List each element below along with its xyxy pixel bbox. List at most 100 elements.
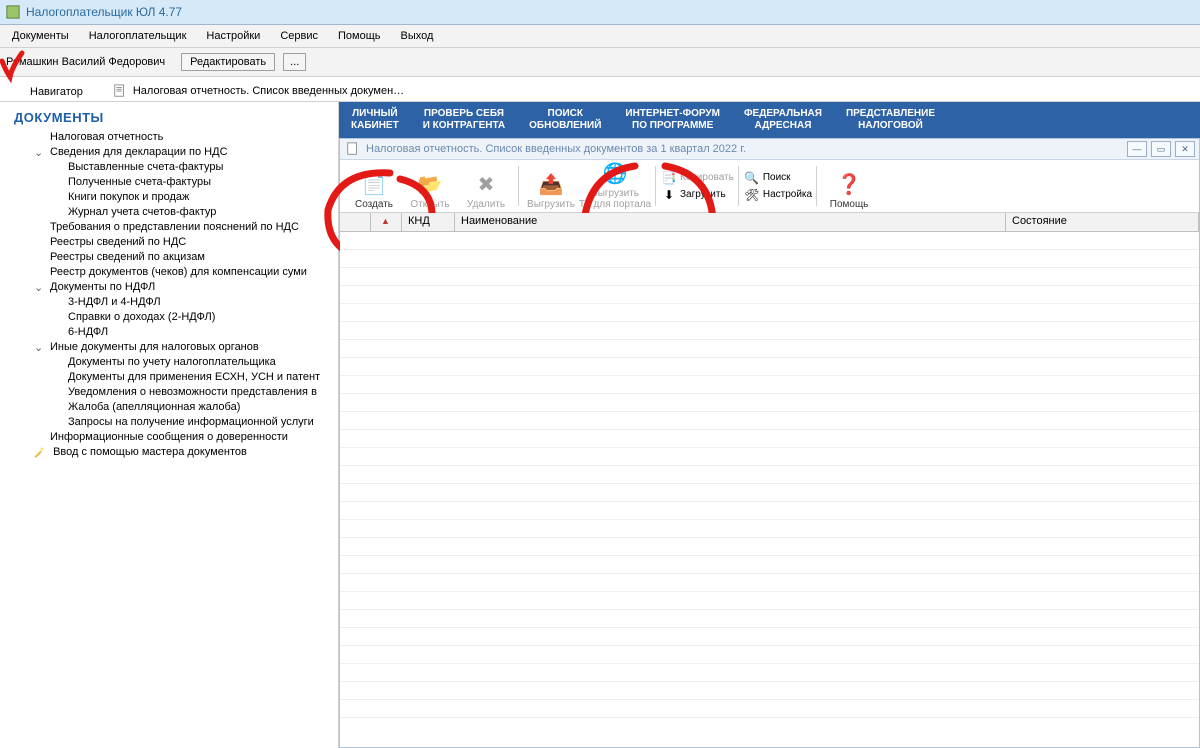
grid-row-empty bbox=[340, 646, 1199, 664]
tree-issued-invoices[interactable]: Выставленные счета-фактуры bbox=[4, 159, 334, 174]
document-icon bbox=[346, 142, 360, 156]
download-icon: ⬇ bbox=[662, 188, 676, 202]
grid-row-empty bbox=[340, 250, 1199, 268]
grid-row-empty bbox=[340, 340, 1199, 358]
open-button[interactable]: 📂 Открыть bbox=[402, 162, 458, 210]
tree-poa-info[interactable]: Информационные сообщения о доверенности bbox=[4, 429, 334, 444]
grid-row-empty bbox=[340, 556, 1199, 574]
maximize-button[interactable]: ▭ bbox=[1151, 141, 1171, 157]
copy-button[interactable]: 📑 Копировать bbox=[662, 171, 734, 185]
toolbar-side-group-2: 🔍 Поиск 🛠 Настройка bbox=[745, 171, 812, 202]
tree-received-invoices[interactable]: Полученные счета-фактуры bbox=[4, 174, 334, 189]
titlebar: Налогоплательщик ЮЛ 4.77 bbox=[0, 0, 1200, 25]
app-title: Налогоплательщик ЮЛ 4.77 bbox=[26, 5, 182, 19]
tree-notices[interactable]: Уведомления о невозможности представлени… bbox=[4, 384, 334, 399]
topnav-verify[interactable]: ПРОВЕРЬ СЕБЯ И КОНТРАГЕНТА bbox=[411, 108, 517, 132]
tree-vds-requirements[interactable]: Требования о представлении пояснений по … bbox=[4, 219, 334, 234]
search-button[interactable]: 🔍 Поиск bbox=[745, 171, 812, 185]
subwin-titlebar: Налоговая отчетность. Список введенных д… bbox=[340, 139, 1199, 160]
tree-purchase-sales-books[interactable]: Книги покупок и продаж bbox=[4, 189, 334, 204]
copy-icon: 📑 bbox=[662, 171, 676, 185]
toolbar: 📄 Создать 📂 Открыть ✖ Удалить 📤 Выгр bbox=[340, 160, 1199, 213]
menu-taxpayer[interactable]: Налогоплательщик bbox=[79, 27, 197, 45]
edit-user-button[interactable]: Редактировать bbox=[181, 53, 275, 71]
grid-row-empty bbox=[340, 394, 1199, 412]
menubar: Документы Налогоплательщик Настройки Сер… bbox=[0, 25, 1200, 48]
grid-row-empty bbox=[340, 520, 1199, 538]
grid-row-empty bbox=[340, 232, 1199, 250]
chevron-down-icon: ⌄ bbox=[34, 341, 44, 354]
tree-invoice-journal[interactable]: Журнал учета счетов-фактур bbox=[4, 204, 334, 219]
menu-service[interactable]: Сервис bbox=[270, 27, 328, 45]
tree-vds-decl[interactable]: ⌄Сведения для декларации по НДС bbox=[4, 144, 334, 159]
toolbar-side-group: 📑 Копировать ⬇ Загрузить bbox=[662, 171, 734, 202]
tree-info-requests[interactable]: Запросы на получение информационной услу… bbox=[4, 414, 334, 429]
grid-row-empty bbox=[340, 448, 1199, 466]
tree-eshn-usn[interactable]: Документы для применения ЕСХН, УСН и пат… bbox=[4, 369, 334, 384]
search-icon: 🔍 bbox=[745, 171, 759, 185]
minimize-button[interactable]: — bbox=[1127, 141, 1147, 157]
grid-row-empty bbox=[340, 412, 1199, 430]
close-button[interactable]: ✕ bbox=[1175, 141, 1195, 157]
grid-row-empty bbox=[340, 700, 1199, 718]
new-document-icon: 📄 bbox=[362, 173, 387, 197]
tab-tax-report[interactable]: Налоговая отчетность. Список введенных д… bbox=[113, 84, 404, 101]
body: ДОКУМЕНТЫ Налоговая отчетность ⌄Сведения… bbox=[0, 102, 1200, 748]
tree-tax-reporting[interactable]: Налоговая отчетность bbox=[4, 129, 334, 144]
menu-settings[interactable]: Настройки bbox=[196, 27, 270, 45]
grid-header: ▲ КНД Наименование Состояние bbox=[340, 213, 1199, 232]
col-knd[interactable]: КНД bbox=[402, 213, 455, 231]
tree-ndfl6[interactable]: 6-НДФЛ bbox=[4, 324, 334, 339]
tree-other-docs[interactable]: ⌄Иные документы для налоговых органов bbox=[4, 339, 334, 354]
topnav-forum[interactable]: ИНТЕРНЕТ-ФОРУМ ПО ПРОГРАММЕ bbox=[613, 108, 732, 132]
tab-tax-report-label: Налоговая отчетность. Список введенных д… bbox=[133, 85, 404, 97]
delete-icon: ✖ bbox=[478, 173, 495, 197]
chevron-down-icon: ⌄ bbox=[34, 146, 44, 159]
topnav-updates[interactable]: ПОИСК ОБНОВЛЕНИЙ bbox=[517, 108, 613, 132]
grid-row-empty bbox=[340, 358, 1199, 376]
export-button[interactable]: 📤 Выгрузить bbox=[523, 162, 579, 210]
grid: ▲ КНД Наименование Состояние bbox=[340, 213, 1199, 747]
grid-row-empty bbox=[340, 430, 1199, 448]
col-mark[interactable]: ▲ bbox=[371, 213, 402, 231]
menu-documents[interactable]: Документы bbox=[2, 27, 79, 45]
tree-wizard[interactable]: Ввод с помощью мастера документов bbox=[4, 444, 334, 459]
menu-exit[interactable]: Выход bbox=[391, 27, 444, 45]
grid-row-empty bbox=[340, 592, 1199, 610]
tree-check-reg[interactable]: Реестр документов (чеков) для компенсаци… bbox=[4, 264, 334, 279]
tree-taxpayer-acct[interactable]: Документы по учету налогоплательщика bbox=[4, 354, 334, 369]
chevron-down-icon: ⌄ bbox=[34, 281, 44, 294]
document-list-window: Налоговая отчетность. Список введенных д… bbox=[339, 138, 1200, 748]
topnav-cabinet[interactable]: ЛИЧНЫЙ КАБИНЕТ bbox=[339, 108, 411, 132]
tree-ndfl-docs[interactable]: ⌄Документы по НДФЛ bbox=[4, 279, 334, 294]
col-name[interactable]: Наименование bbox=[455, 213, 1006, 231]
nav-tree: Налоговая отчетность ⌄Сведения для декла… bbox=[4, 129, 334, 459]
more-user-button[interactable]: ... bbox=[283, 53, 306, 71]
tree-ndfl2[interactable]: Справки о доходах (2-НДФЛ) bbox=[4, 309, 334, 324]
tree-complaint[interactable]: Жалоба (апелляционная жалоба) bbox=[4, 399, 334, 414]
grid-row-empty bbox=[340, 466, 1199, 484]
grid-rows bbox=[340, 232, 1199, 747]
tree-excise-registers[interactable]: Реестры сведений по акцизам bbox=[4, 249, 334, 264]
create-button[interactable]: 📄 Создать bbox=[346, 162, 402, 210]
help-icon: ❓ bbox=[837, 173, 862, 197]
subwin-controls: — ▭ ✕ bbox=[1127, 141, 1195, 157]
col-state[interactable]: Состояние bbox=[1006, 213, 1199, 231]
load-button[interactable]: ⬇ Загрузить bbox=[662, 188, 734, 202]
topnav-address[interactable]: ФЕДЕРАЛЬНАЯ АДРЕСНАЯ bbox=[732, 108, 834, 132]
gear-icon: 🛠 bbox=[745, 188, 759, 202]
export-tk-button[interactable]: 🌐 Выгрузить ТК для портала bbox=[579, 162, 651, 210]
tab-navigator[interactable]: Навигатор bbox=[30, 86, 83, 101]
tree-ndfl34[interactable]: 3-НДФЛ и 4-НДФЛ bbox=[4, 294, 334, 309]
help-button[interactable]: ❓ Помощь bbox=[821, 162, 877, 210]
col-expand[interactable] bbox=[340, 213, 371, 231]
menu-help[interactable]: Помощь bbox=[328, 27, 391, 45]
settings-button[interactable]: 🛠 Настройка bbox=[745, 188, 812, 202]
export-icon: 📤 bbox=[539, 173, 564, 197]
document-icon bbox=[113, 84, 127, 98]
grid-row-empty bbox=[340, 538, 1199, 556]
tree-vds-registers[interactable]: Реестры сведений по НДС bbox=[4, 234, 334, 249]
grid-row-empty bbox=[340, 574, 1199, 592]
delete-button[interactable]: ✖ Удалить bbox=[458, 162, 514, 210]
topnav-submit[interactable]: ПРЕДСТАВЛЕНИЕ НАЛОГОВОЙ bbox=[834, 108, 947, 132]
